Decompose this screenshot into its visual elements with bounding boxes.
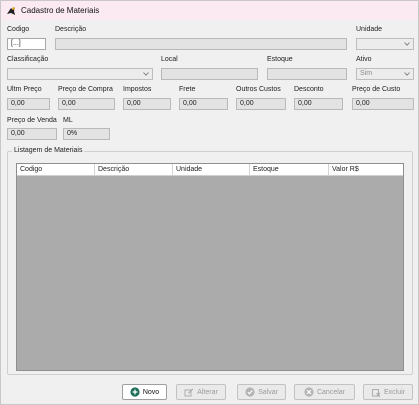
descricao-label: Descrição	[55, 26, 87, 33]
desconto-label: Desconto	[294, 86, 324, 93]
check-circle-icon	[245, 387, 255, 397]
column-header-codigo[interactable]: Codigo	[17, 164, 95, 176]
excluir-button[interactable]: Excluir	[363, 384, 413, 400]
cancelar-label: Cancelar	[316, 388, 345, 396]
novo-label: Novo	[142, 388, 160, 396]
unidade-select[interactable]	[356, 38, 414, 50]
ultm-preco-label: Ultm Preço	[7, 86, 42, 93]
excluir-label: Excluir	[383, 388, 405, 396]
edit-icon	[184, 388, 194, 397]
column-header-estoque[interactable]: Estoque	[250, 164, 329, 176]
codigo-field[interactable]: [...]	[7, 38, 46, 50]
unidade-label: Unidade	[356, 26, 383, 33]
preco-venda-field[interactable]: 0,00	[7, 128, 57, 140]
materials-grid[interactable]: Codigo Descrição Unidade Estoque Valor R…	[16, 163, 404, 371]
descricao-field[interactable]	[55, 38, 347, 50]
salvar-label: Salvar	[258, 388, 278, 396]
ativo-select[interactable]: Sim	[356, 68, 414, 80]
ultm-preco-field[interactable]: 0,00	[7, 98, 50, 110]
ativo-label: Ativo	[356, 56, 372, 63]
plus-circle-icon	[130, 387, 140, 397]
listing-title: Listagem de Materiais	[12, 147, 85, 154]
alterar-button[interactable]: Alterar	[176, 384, 226, 400]
preco-custo-label: Preço de Custo	[352, 86, 401, 93]
app-icon	[7, 6, 15, 15]
classificacao-label: Classificação	[7, 56, 49, 63]
codigo-label: Codigo	[7, 26, 30, 33]
main-window: Cadastro de Materiais Codigo [...] Descr…	[0, 0, 419, 405]
materials-listing-group: Listagem de Materiais Codigo Descrição U…	[7, 147, 413, 375]
impostos-field[interactable]: 0,00	[123, 98, 171, 110]
grid-header: Codigo Descrição Unidade Estoque Valor R…	[17, 164, 403, 176]
preco-venda-label: Preço de Venda	[7, 117, 57, 124]
ml-label: ML	[63, 117, 73, 124]
frete-label: Frete	[179, 86, 196, 93]
chevron-down-icon	[404, 42, 410, 46]
chevron-down-icon	[404, 72, 410, 76]
ml-field[interactable]: 0%	[63, 128, 110, 140]
title-bar: Cadastro de Materiais	[1, 1, 418, 20]
estoque-field[interactable]	[267, 68, 347, 80]
frete-field[interactable]: 0,00	[179, 98, 228, 110]
impostos-label: Impostos	[123, 86, 152, 93]
ativo-value: Sim	[360, 70, 373, 77]
preco-custo-field[interactable]: 0,00	[352, 98, 414, 110]
column-header-unidade[interactable]: Unidade	[173, 164, 250, 176]
column-header-valor[interactable]: Valor R$	[329, 164, 403, 176]
delete-icon	[372, 389, 381, 397]
estoque-label: Estoque	[267, 56, 293, 63]
outros-custos-label: Outros Custos	[236, 86, 281, 93]
local-field[interactable]	[161, 68, 258, 80]
preco-compra-field[interactable]: 0,00	[58, 98, 115, 110]
novo-button[interactable]: Novo	[122, 384, 167, 400]
window-title: Cadastro de Materiais	[21, 6, 100, 15]
column-header-descricao[interactable]: Descrição	[95, 164, 173, 176]
chevron-down-icon	[143, 72, 149, 76]
cancel-circle-icon	[304, 387, 314, 397]
outros-custos-field[interactable]: 0,00	[236, 98, 286, 110]
preco-compra-label: Preço de Compra	[58, 86, 113, 93]
cancelar-button[interactable]: Cancelar	[294, 384, 355, 400]
alterar-label: Alterar	[197, 388, 218, 396]
local-label: Local	[161, 56, 178, 63]
classificacao-select[interactable]	[7, 68, 153, 80]
desconto-field[interactable]: 0,00	[294, 98, 343, 110]
salvar-button[interactable]: Salvar	[237, 384, 286, 400]
